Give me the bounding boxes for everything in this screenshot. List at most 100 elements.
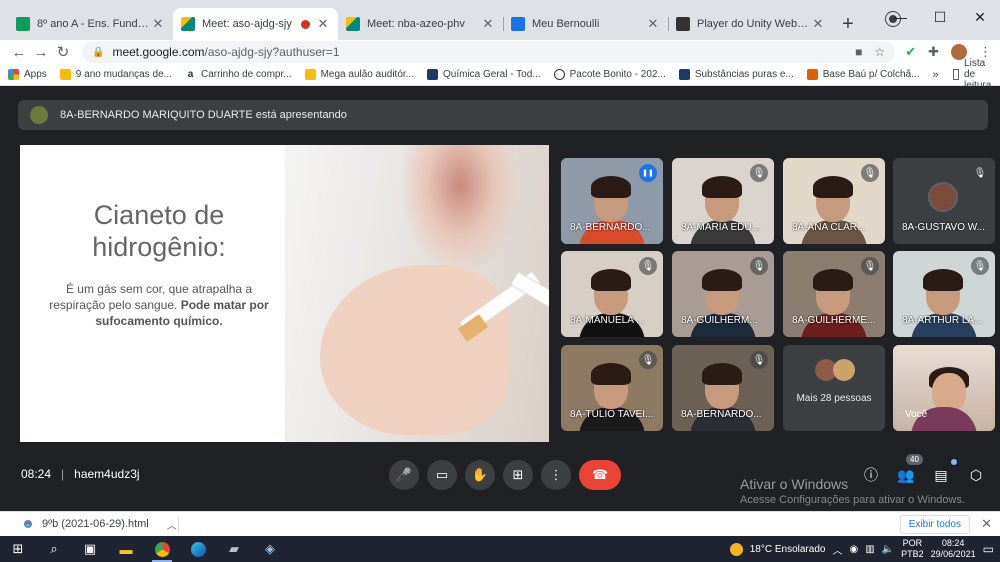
task-view-icon[interactable]: ▣ [72,536,108,562]
reload-icon[interactable]: ↻ [52,43,74,61]
system-tray: 18°C Ensolarado ︿ ◉ ▥ 🔈 POR PTB2 08:24 29/… [729,538,1000,560]
activities-icon[interactable]: ⬡ [963,462,989,488]
close-tab-icon[interactable]: ✕ [151,16,165,32]
camera-in-use-icon[interactable]: ■ [855,45,862,59]
close-tab-icon[interactable]: ✕ [316,16,330,32]
bookmark-item[interactable]: 9 ano mudanças de... [59,69,172,80]
participant-tile[interactable]: 🎙 8A-ARTHUR LA... [893,251,995,337]
downloads-divider [178,516,179,533]
self-view-tile[interactable]: Você [893,345,995,431]
bookmark-label: Química Geral - Tod... [443,69,541,80]
raise-hand-button[interactable]: ✋ [465,460,495,490]
bookmark-item[interactable]: Base Baú p/ Colchã... [806,69,920,80]
chat-icon[interactable]: ▤ [928,462,954,488]
reading-list-icon [952,69,960,80]
participant-hair [702,176,742,198]
lock-icon[interactable]: 🔒 [92,47,104,58]
bookmarks-overflow-icon[interactable]: » [933,69,939,81]
tab-classroom[interactable]: 8º ano A - Ens. Fundamental ✕ [8,8,173,40]
participant-tile[interactable]: 🎙 8A-TÚLIO TAVEI... [561,345,663,431]
bookmark-item[interactable]: Pacote Bonito - 202... [553,69,666,80]
back-icon[interactable]: ← [8,44,30,61]
tab-title: Meet: aso-ajdg-sjy [202,18,292,30]
windows-start-icon[interactable]: ⊞ [0,536,36,562]
bookmark-item[interactable]: Química Geral - Tod... [427,69,541,80]
app-icon[interactable]: ◈ [252,536,288,562]
chat-notification-dot [951,459,957,465]
mic-muted-icon: 🎙 [750,257,768,275]
participant-tile[interactable]: 🎙 8A-MANUELA ... [561,251,663,337]
more-options-button[interactable]: ⋮ [541,460,571,490]
meeting-info-icon[interactable]: ⓘ [858,462,884,488]
security-icon[interactable]: ◉ [849,544,858,555]
close-downloads-icon[interactable]: ✕ [981,516,992,532]
participant-tile[interactable]: 🎙 8A-MARIA EDU... [672,158,774,244]
close-tab-icon[interactable]: ✕ [811,16,825,32]
present-screen-button[interactable]: ⊞ [503,460,533,490]
participant-tile[interactable]: 🎙 8A-GUILHERM... [672,251,774,337]
chrome-taskbar-icon[interactable] [144,536,180,562]
bookmark-item[interactable]: a Carrinho de compr... [184,69,292,80]
classroom-icon [16,17,30,31]
participant-tile[interactable]: 🎙 8A-GUSTAVO W... [893,158,995,244]
tab-meet-active[interactable]: Meet: aso-ajdg-sjy ✕ [173,8,338,40]
show-all-downloads-button[interactable]: Exibir todos [899,515,970,534]
participant-hair [813,269,853,291]
participant-tile[interactable]: 🎙 8A-ANA CLAR... [783,158,885,244]
bookmark-item[interactable]: Mega aulão auditór... [304,69,414,80]
chevron-up-icon[interactable]: ︿ [832,542,842,557]
omnibox-actions: ■ ☆ [855,45,885,59]
participants-icon[interactable]: 👥 [893,462,919,488]
tab-meet-second[interactable]: Meet: nba-azeo-phv ✕ [338,8,503,40]
chevron-up-icon[interactable]: ︿ [167,517,177,532]
network-icon[interactable]: ▥ [865,544,874,555]
browser-tab-strip: 8º ano A - Ens. Fundamental ✕ Meet: aso-… [0,0,1000,40]
participant-name: 8A-GUILHERME... [792,315,876,326]
volume-icon[interactable]: 🔈 [882,544,894,555]
participant-avatar [928,182,958,212]
check-extension-icon[interactable]: ✔ [905,44,916,60]
participant-tile[interactable]: ❚❚ 8A-BERNARDO... [561,158,663,244]
close-tab-icon[interactable]: ✕ [646,16,660,32]
extensions-puzzle-icon[interactable]: ✚ [928,44,939,60]
leave-call-button[interactable]: ☎ [579,460,621,490]
notification-center-icon[interactable]: ▭ [983,542,994,556]
windows-activation-subtitle: Acesse Configurações para ativar o Windo… [740,494,965,506]
meeting-details[interactable]: 08:24 | haem4udz3j [21,467,140,481]
recording-indicator-icon [301,19,310,29]
participant-name: 8A-BERNARDO... [570,222,651,233]
bookmark-apps[interactable]: Apps [8,69,47,80]
close-window-icon[interactable]: ✕ [960,0,1000,34]
weather-text[interactable]: 18°C Ensolarado [750,544,826,555]
microphone-button[interactable]: 🎤 [389,460,419,490]
mic-muted-icon: 🎙 [861,257,879,275]
bookmark-star-icon[interactable]: ☆ [874,45,885,59]
windows-taskbar: ⊞ ⌕ ▣ ▬ ▰ ◈ 18°C Ensolarado ︿ ◉ ▥ 🔈 POR P… [0,536,1000,562]
system-clock[interactable]: 08:24 29/06/2021 [931,538,976,560]
participant-tile[interactable]: 🎙 8A-BERNARDO... [672,345,774,431]
tab-title: Meu Bernoulli [532,18,600,30]
new-tab-icon[interactable]: + [833,8,863,40]
search-icon[interactable]: ⌕ [36,536,72,562]
file-explorer-icon[interactable]: ▬ [108,536,144,562]
participant-tile[interactable]: 🎙 8A-GUILHERME... [783,251,885,337]
forward-icon[interactable]: → [30,44,52,61]
download-file-name[interactable]: 9ºb (2021-06-29).html [42,518,149,530]
google-slides-icon [304,69,316,80]
camera-button[interactable]: ▭ [427,460,457,490]
edge-icon[interactable] [180,536,216,562]
close-tab-icon[interactable]: ✕ [481,16,495,32]
tab-bernoulli[interactable]: Meu Bernoulli ✕ [503,8,668,40]
address-bar[interactable]: 🔒 meet.google.com/aso-ajdg-sjy?authuser=… [82,41,896,63]
input-language[interactable]: POR PTB2 [901,538,924,560]
tab-unity[interactable]: Player do Unity WebGL | Recu ✕ [668,8,833,40]
maximize-icon[interactable]: ☐ [920,0,960,34]
weather-sun-icon [729,542,743,556]
mic-muted-icon: 🎙 [971,164,989,182]
minimize-icon[interactable]: — [880,0,920,34]
bookmark-item[interactable]: Substâncias puras e... [678,69,794,80]
google-slides-icon [59,69,71,80]
more-people-tile[interactable]: Mais 28 pessoas [783,345,885,431]
participant-hair [813,176,853,198]
app-icon[interactable]: ▰ [216,536,252,562]
